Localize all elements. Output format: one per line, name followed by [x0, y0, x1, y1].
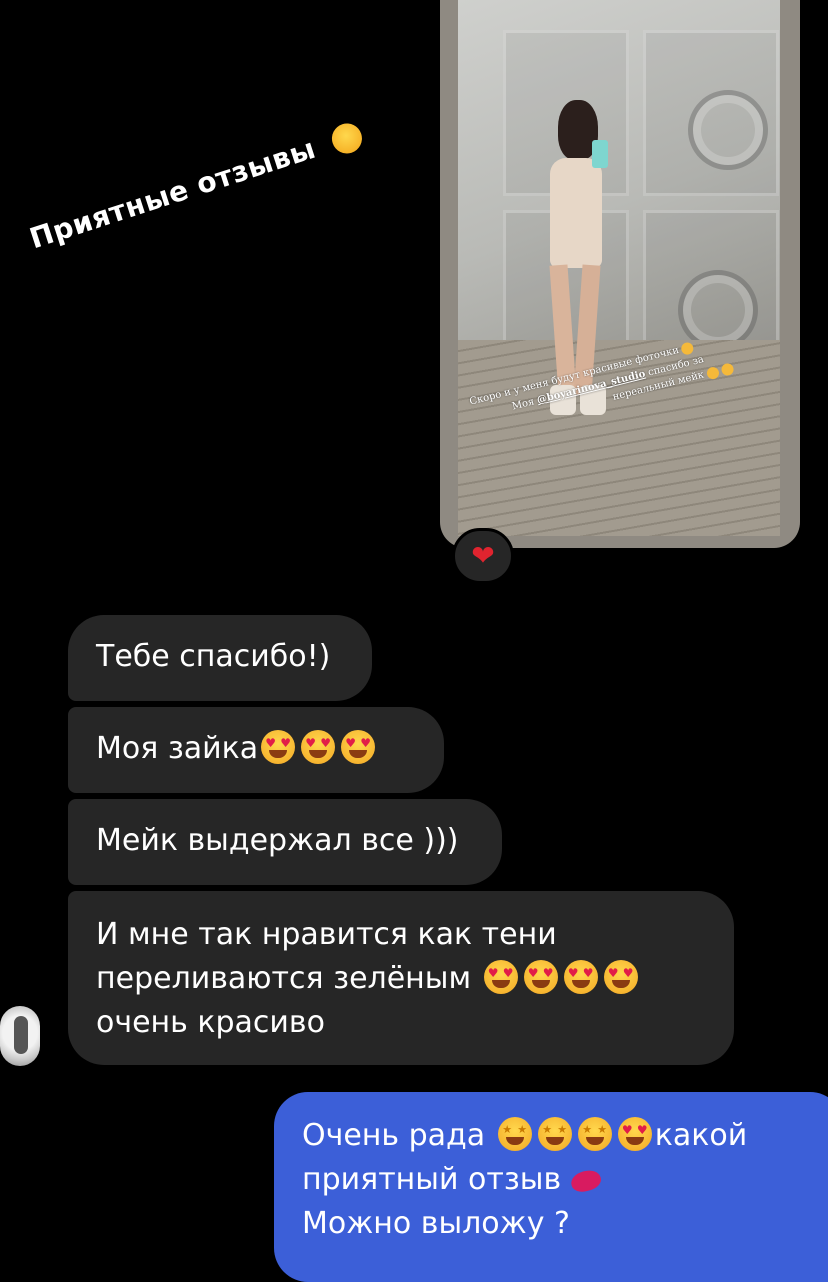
star-struck-icon: ★ ★: [497, 1116, 532, 1151]
message-bubble-incoming[interactable]: Тебе спасибо!): [68, 615, 372, 701]
heart-eyes-icon: ♥ ♥: [563, 959, 598, 994]
heart-eyes-icon: [680, 340, 695, 356]
message-bubble-incoming[interactable]: И мне так нравится как тени переливаются…: [68, 891, 734, 1065]
star-struck-icon: ★ ★: [577, 1116, 612, 1151]
message-bubble-outgoing[interactable]: Очень рада ★ ★ ★ ★ ★ ★ ♥ ♥ какой приятный отзыв …: [274, 1092, 828, 1282]
heart-eyes-icon: ♥ ♥: [523, 959, 558, 994]
avatar[interactable]: [0, 1006, 40, 1066]
heart-eyes-icon: ♥ ♥: [301, 729, 336, 764]
sticker-label: Приятные отзывы: [25, 131, 320, 256]
message-bubble-incoming[interactable]: Мейк выдержал все ))): [68, 799, 502, 885]
message-text: очень красиво: [96, 1005, 325, 1040]
phone-icon: [592, 140, 608, 168]
story-sticker-text: Приятные отзывы: [26, 113, 393, 300]
story-reply-preview[interactable]: Скоро и у меня будут красивые фоточки Мо…: [440, 0, 800, 548]
heart-eyes-icon: [705, 365, 720, 380]
heart-eyes-icon: ♥ ♥: [617, 1116, 652, 1151]
message-text: переливаются зелёным: [96, 961, 472, 996]
message-text: Очень рада: [302, 1118, 486, 1153]
red-heart-icon: ❤: [471, 539, 495, 572]
reaction-badge[interactable]: ❤: [452, 528, 514, 584]
heart-eyes-icon: [719, 361, 735, 377]
star-struck-icon: ★ ★: [537, 1116, 572, 1151]
message-text: И мне так нравится как тени: [96, 917, 557, 952]
message-text: Можно выложу ?: [302, 1206, 570, 1241]
wall-rosette: [688, 90, 768, 170]
heart-eyes-icon: ♥ ♥: [603, 959, 638, 994]
heart-eyes-icon: ♥ ♥: [483, 959, 518, 994]
message-text: Моя зайка: [96, 731, 259, 766]
kiss-mark-icon: [569, 1166, 604, 1195]
message-text: Тебе спасибо!): [96, 639, 331, 674]
message-bubble-incoming[interactable]: Моя зайка ♥ ♥ ♥ ♥ ♥ ♥: [68, 707, 444, 793]
message-text: приятный отзыв: [302, 1162, 562, 1197]
message-text: Мейк выдержал все ))): [96, 823, 459, 858]
smiling-face-with-hearts-icon: [327, 119, 366, 158]
heart-eyes-icon: ♥ ♥: [261, 729, 296, 764]
heart-eyes-icon: ♥ ♥: [341, 729, 376, 764]
message-text: какой: [654, 1118, 748, 1153]
